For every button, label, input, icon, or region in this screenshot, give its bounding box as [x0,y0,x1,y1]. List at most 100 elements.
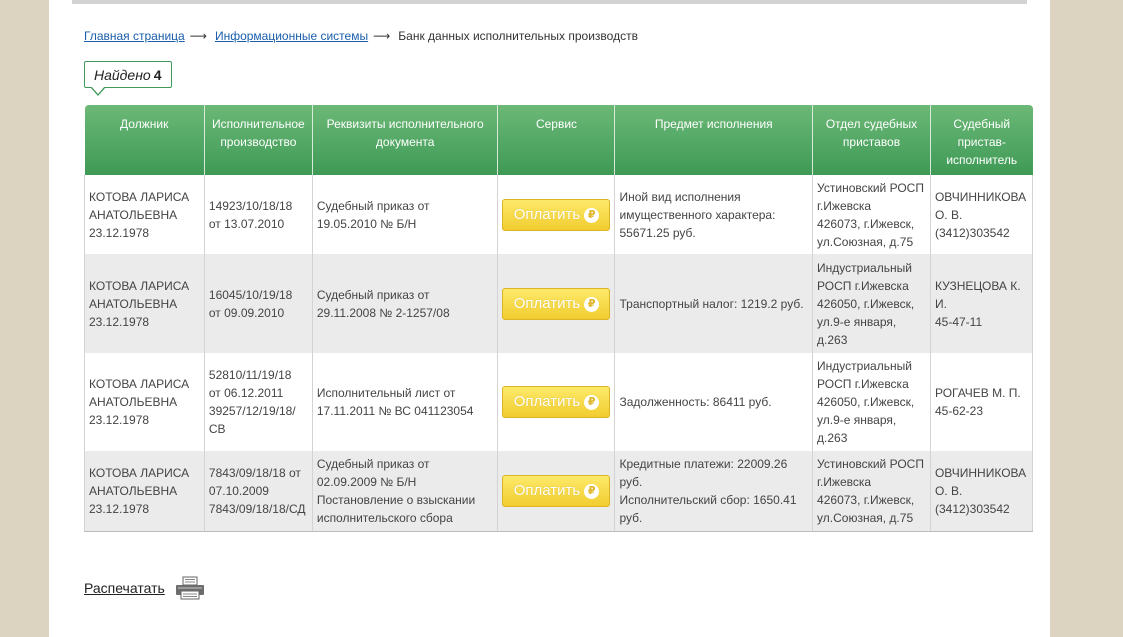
cell-line: КОТОВА ЛАРИСА [89,189,190,204]
cell-line: Постановление о взыскании [316,492,476,507]
cell-line: руб. [619,510,643,525]
cell-line: ул.9-е января, [817,314,897,329]
found-count-badge: Найдено 4 [84,61,172,96]
cell-line: г.Ижевска [817,198,872,213]
cell-line: 45-62-23 [934,404,984,418]
pay-button[interactable]: Оплатить ₽ [502,198,611,231]
cell-line: 7843/09/18/18/СД [208,501,306,516]
breadcrumb-arrow-icon: ⟶ [189,29,207,43]
cell-line: И. [934,296,947,311]
cell-line: 14923/10/18/18 [208,198,293,213]
cell-service: Оплатить ₽ [497,353,616,451]
cell-debtor: КОТОВА ЛАРИСА АНАТОЛЬЕВНА 23.12.1978 [84,451,205,532]
cell-line: 23.12.1978 [89,314,150,329]
cell-line: 426050, г.Ижевск, [817,395,915,409]
cell-line: Иной вид исполнения [619,189,741,204]
cell-subject: Кредитные платежи: 22009.26 руб. Исполните… [614,451,814,532]
cell-line: д.263 [817,431,848,445]
pay-button-label: Оплатить [513,481,581,499]
cell-bailiff: РОГАЧЕВ М. П. 45-62-23 [929,353,1034,451]
cell-service: Оплатить ₽ [497,175,616,254]
header-bailiff: Судебный пристав-исполнитель [930,105,1033,175]
header-debtor: Должник [84,105,205,175]
cell-line: 23.12.1978 [89,225,150,240]
cell-line: от 06.12.2011 [208,386,284,400]
table-row: КОТОВА ЛАРИСА АНАТОЛЬЕВНА 23.12.1978 52810/… [84,353,1034,451]
cell-line: 45-47-11 [934,314,983,329]
cell-line: О. В. [934,207,963,222]
ruble-icon: ₽ [584,296,600,312]
table-row: КОТОВА ЛАРИСА АНАТОЛЬЕВНА 23.12.1978 16045/… [84,254,1034,353]
cell-line: КОТОВА ЛАРИСА [89,278,190,293]
cell-line: 23.12.1978 [89,501,150,516]
table-row: КОТОВА ЛАРИСА АНАТОЛЬЕВНА 23.12.1978 7843/0… [84,451,1034,532]
breadcrumb-home-link[interactable]: Главная страница [84,29,185,43]
cell-line: Индустриальный [817,260,912,275]
cell-subject: Транспортный налог: 1219.2 руб. [614,254,814,353]
cell-line: 07.10.2009 [208,483,269,498]
cell-line: имущественного характера: [619,207,776,222]
cell-line: Судебный приказ от [316,198,430,213]
cell-line: 16045/10/19/18 [208,287,293,302]
cell-line: д.263 [817,332,848,347]
cell-document: Судебный приказ от 29.11.2008 № 2-1257/08 [311,254,499,353]
ruble-icon: ₽ [584,207,600,223]
cell-line: Транспортный налог: 1219.2 руб. [619,296,804,311]
cell-line: 39257/12/19/18/ [208,404,296,418]
cell-line: ул.9-е января, [817,413,897,427]
cell-proceeding: 16045/10/19/18 от 09.09.2010 [203,254,313,353]
cell-department: Индустриальный РОСП г.Ижевска 426050, г.Иж… [812,254,931,353]
pay-button-label: Оплатить [513,393,581,410]
cell-subject: Иной вид исполнения имущественного характ… [614,175,814,254]
pay-button[interactable]: Оплатить ₽ [502,474,611,507]
breadcrumb-systems-link[interactable]: Информационные системы [215,29,368,43]
cell-line: 23.12.1978 [89,413,150,427]
cell-line: исполнительского сбора [316,510,453,525]
cell-line: 29.11.2008 № 2-1257/08 [316,305,450,320]
cell-line: Исполнительный лист от [316,386,456,400]
cell-line: Индустриальный [817,359,912,373]
pay-button-label: Оплатить [513,294,581,312]
cell-line: Кредитные платежи: 22009.26 [619,456,788,471]
breadcrumb-current: Банк данных исполнительных производств [398,29,638,43]
cell-line: КОТОВА ЛАРИСА [89,377,190,391]
breadcrumb: Главная страница ⟶ Информационные системы ⟶… [84,29,638,43]
cell-line: СВ [208,422,226,436]
cell-line: АНАТОЛЬЕВНА [89,395,178,409]
cell-line: от 09.09.2010 [208,305,285,320]
pay-button[interactable]: Оплатить ₽ [502,386,611,418]
cell-line: 426050, г.Ижевск, [817,296,915,311]
cell-proceeding: 7843/09/18/18 от 07.10.2009 7843/09/18/18/… [203,451,313,532]
cell-line: Задолженность: 86411 руб. [619,395,772,409]
cell-line: Судебный приказ от [316,287,430,302]
cell-line: ОВЧИННИКОВА [934,189,1027,204]
print-link[interactable]: Распечатать [84,580,165,596]
cell-line: АНАТОЛЬЕВНА [89,483,178,498]
cell-department: Устиновский РОСП г.Ижевска 426073, г.Ижевс… [812,175,931,254]
cell-service: Оплатить ₽ [497,451,616,532]
cell-service: Оплатить ₽ [497,254,616,353]
cell-line: г.Ижевска [817,474,872,489]
table-row: КОТОВА ЛАРИСА АНАТОЛЬЕВНА 23.12.1978 14923/… [84,175,1034,254]
breadcrumb-arrow-icon: ⟶ [373,29,391,43]
ruble-icon: ₽ [584,483,600,499]
cell-line: (3412)303542 [934,501,1010,516]
cell-department: Устиновский РОСП г.Ижевска 426073, г.Ижевс… [812,451,931,532]
cell-line: 55671.25 руб. [619,225,696,240]
cell-subject: Задолженность: 86411 руб. [614,353,814,451]
cell-department: Индустриальный РОСП г.Ижевска 426050, г.Иж… [812,353,931,451]
cell-proceeding: 52810/11/19/18 от 06.12.2011 39257/12/19/1… [203,353,313,451]
cell-line: 426073, г.Ижевск, [817,492,915,507]
header-proceeding: Исполнительное производство [204,105,313,175]
header-department: Отдел судебных приставов [812,105,931,175]
printer-icon[interactable] [175,576,205,600]
found-label: Найдено [94,67,151,83]
cell-line: (3412)303542 [934,225,1010,240]
ruble-icon: ₽ [584,395,600,410]
cell-line: О. В. [934,483,963,498]
cell-line: 52810/11/19/18 [208,368,292,382]
cell-document: Судебный приказ от 02.09.2009 № Б/Н Постан… [311,451,499,532]
pay-button[interactable]: Оплатить ₽ [502,287,611,320]
cell-line: КУЗНЕЦОВА К. [934,278,1021,293]
cell-line: 02.09.2009 № Б/Н [316,474,417,489]
